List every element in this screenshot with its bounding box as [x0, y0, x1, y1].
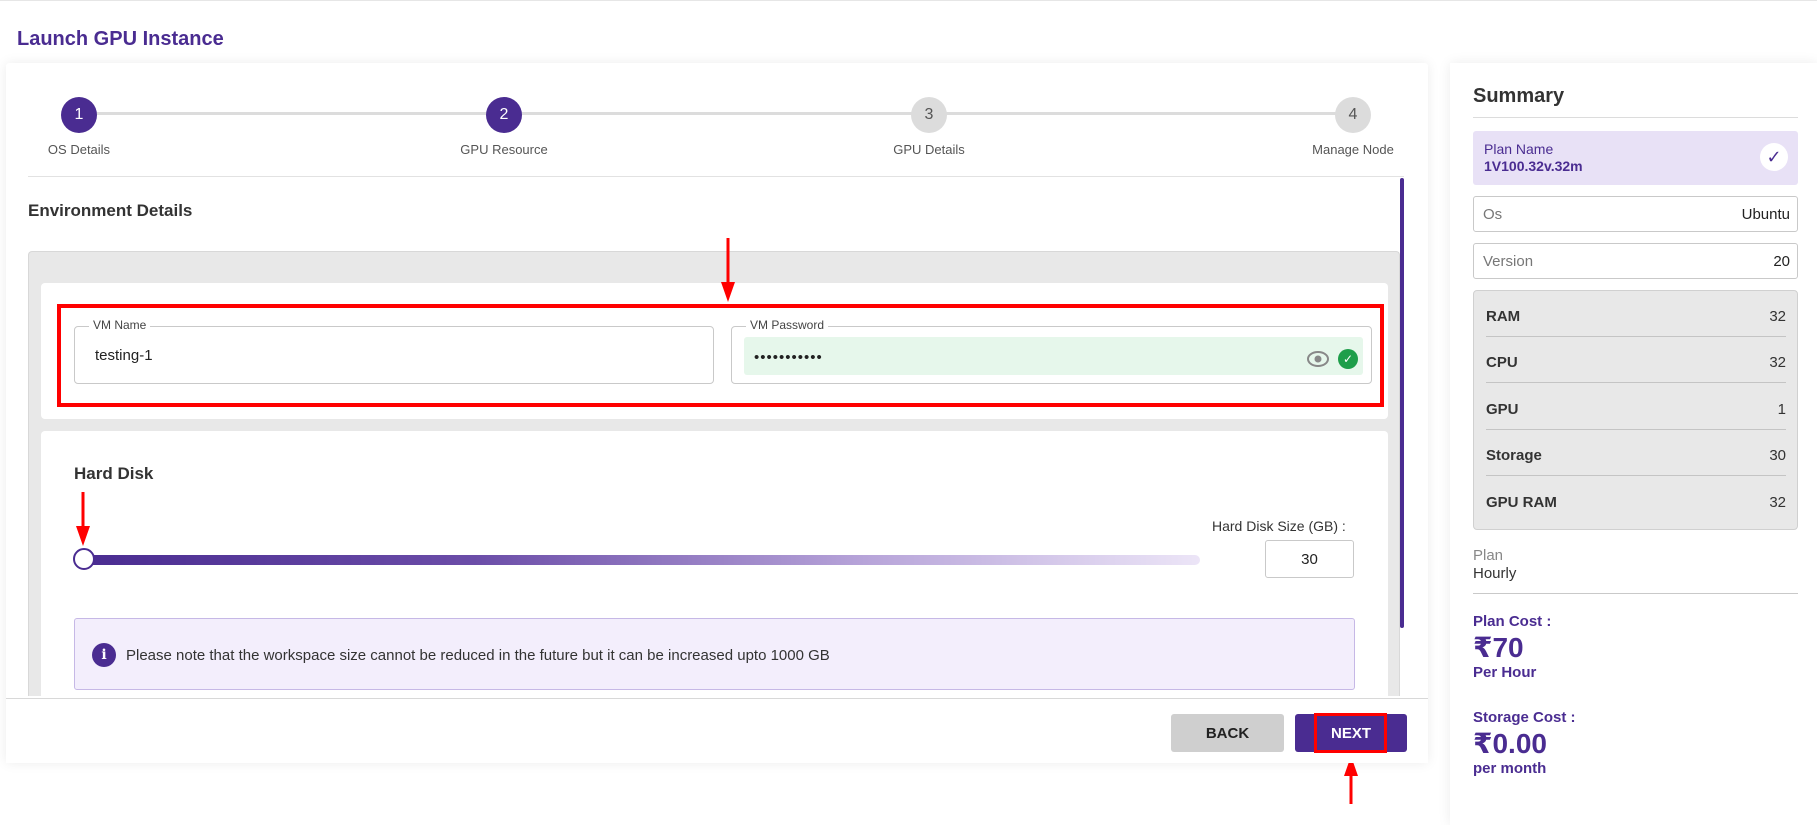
storage-cost-unit: per month [1473, 760, 1547, 777]
spec-value: 30 [1769, 447, 1786, 464]
hard-disk-title: Hard Disk [74, 464, 154, 483]
os-field: Os Ubuntu [1473, 196, 1798, 232]
page-title: Launch GPU Instance [17, 28, 224, 50]
spec-list: RAM 32 CPU 32 GPU 1 Storage 30 GPU RAM 3… [1473, 290, 1798, 530]
plan-value: Hourly [1473, 565, 1517, 582]
plan-name-label: Plan Name [1484, 141, 1554, 157]
step-4-circle: 4 [1335, 97, 1371, 133]
environment-details-title: Environment Details [28, 201, 193, 220]
version-label: Version [1483, 253, 1534, 270]
plan-name-card: Plan Name 1V100.32v.32m ✓ [1473, 131, 1798, 185]
step-3-circle: 3 [911, 97, 947, 133]
annotation-highlight-credentials [57, 304, 1384, 407]
step-1-circle[interactable]: 1 [61, 97, 97, 133]
spec-value: 32 [1769, 494, 1786, 511]
spec-row-ram: RAM 32 [1486, 291, 1786, 337]
plan-selected-check-icon: ✓ [1760, 143, 1788, 171]
plan-cost-unit: Per Hour [1473, 664, 1537, 681]
hard-disk-slider-track[interactable] [84, 555, 1200, 565]
stepper-divider [28, 176, 1404, 177]
step-2-circle[interactable]: 2 [486, 97, 522, 133]
spec-key: GPU RAM [1486, 494, 1557, 511]
plan-name-value: 1V100.32v.32m [1484, 158, 1583, 174]
stepper-track [78, 112, 1354, 115]
step-2-label: GPU Resource [460, 142, 548, 157]
spec-key: RAM [1486, 308, 1521, 325]
summary-divider [1473, 117, 1798, 118]
step-4-label: Manage Node [1312, 142, 1394, 157]
plan-divider [1473, 593, 1798, 594]
version-value: 20 [1773, 253, 1790, 270]
spec-row-gpu-ram: GPU RAM 32 [1486, 477, 1786, 523]
spec-value: 32 [1769, 308, 1786, 325]
spec-key: CPU [1486, 354, 1518, 371]
annotation-arrow-down-credentials [721, 238, 735, 302]
info-icon: i [92, 643, 116, 667]
plan-label: Plan [1473, 547, 1504, 564]
hard-disk-size-input[interactable]: 30 [1265, 540, 1354, 578]
workspace-size-note: i Please note that the workspace size ca… [74, 618, 1355, 690]
os-value: Ubuntu [1741, 206, 1790, 223]
spec-value: 32 [1769, 354, 1786, 371]
annotation-arrow-down-slider [76, 492, 90, 546]
back-button[interactable]: BACK [1171, 714, 1284, 752]
content-scrollbar[interactable] [1400, 178, 1404, 628]
spec-row-cpu: CPU 32 [1486, 337, 1786, 383]
step-1-label: OS Details [47, 142, 111, 157]
top-border [0, 0, 1817, 1]
spec-key: Storage [1486, 447, 1542, 464]
spec-row-gpu: GPU 1 [1486, 384, 1786, 430]
plan-cost-value: ₹70 [1473, 632, 1524, 663]
version-field: Version 20 [1473, 243, 1798, 279]
spec-row-storage: Storage 30 [1486, 430, 1786, 476]
storage-cost-label: Storage Cost : [1473, 709, 1576, 726]
step-3-label: GPU Details [893, 142, 965, 157]
spec-key: GPU [1486, 401, 1519, 418]
spec-value: 1 [1777, 401, 1786, 418]
plan-cost-label: Plan Cost : [1473, 613, 1552, 630]
hard-disk-size-label: Hard Disk Size (GB) : [1212, 518, 1346, 534]
annotation-highlight-next [1314, 713, 1387, 753]
annotation-arrow-up-next [1344, 756, 1358, 804]
workspace-size-note-text: Please note that the workspace size cann… [126, 647, 830, 664]
storage-cost-value: ₹0.00 [1473, 728, 1547, 759]
os-label: Os [1483, 206, 1503, 223]
summary-title: Summary [1473, 85, 1565, 107]
hard-disk-slider-thumb[interactable] [73, 548, 95, 570]
